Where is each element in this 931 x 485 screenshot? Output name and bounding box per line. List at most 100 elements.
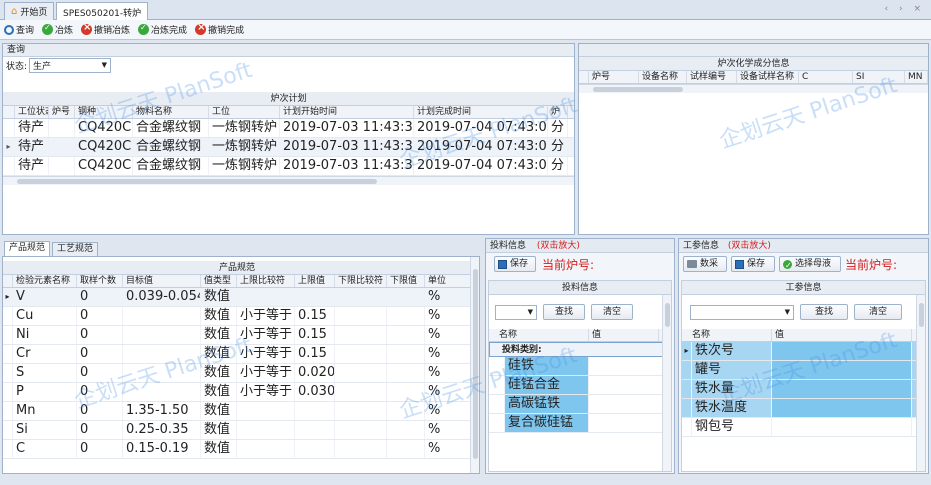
list-item[interactable]: 高碳锰铁 (489, 395, 671, 414)
feed-find-button[interactable]: 查找 (543, 304, 585, 320)
choose-ladle-button[interactable]: 选择母液 (779, 256, 841, 273)
process-clear-button[interactable]: 清空 (854, 304, 902, 320)
tab-product-spec[interactable]: 产品规范 (4, 241, 51, 256)
process-search-select[interactable]: ▼ (690, 304, 794, 320)
table-cell: 数值 (201, 402, 237, 420)
smelt-button[interactable]: 冶炼 (42, 23, 73, 36)
table-row[interactable]: ▸ V 0 0.039-0.054 数值% (3, 288, 471, 307)
table-cell (387, 364, 425, 382)
smelt-done-button[interactable]: 冶炼完成 (138, 23, 187, 36)
feed-item-name: 复合碳硅锰 (505, 414, 589, 432)
table-cell (237, 440, 295, 458)
table-row[interactable]: 待产 CQ420C7 合金螺纹钢 一炼钢转炉 2019-07-03 11:43:… (3, 119, 574, 138)
table-cell: % (425, 440, 471, 458)
table-row[interactable]: Cr 0 数值 小于等于 0.15% (3, 345, 471, 364)
table-cell: % (425, 402, 471, 420)
table-cell: 0.15 (295, 345, 335, 363)
list-item[interactable]: 铁水量 (682, 380, 916, 399)
process-vscrollbar[interactable] (916, 295, 925, 471)
table-row[interactable]: P 0 数值 小于等于 0.030% (3, 383, 471, 402)
table-cell (123, 364, 201, 382)
table-cell (335, 288, 387, 306)
chevron-down-icon: ▼ (527, 307, 533, 316)
tab-process-spec[interactable]: 工艺规范 (52, 242, 99, 256)
tab-converter[interactable]: SPES050201-转炉 (56, 2, 149, 21)
table-row[interactable]: C 0 0.15-0.19 数值% (3, 440, 471, 459)
heat-plan-hscrollbar[interactable] (3, 176, 574, 185)
table-row[interactable]: Cu 0 数值 小于等于 0.15% (3, 307, 471, 326)
table-cell: 0 (77, 364, 123, 382)
table-row[interactable]: 待产 CQ420C7 合金螺纹钢 一炼钢转炉 2019-07-03 11:43:… (3, 157, 574, 176)
process-save-button[interactable]: 保存 (731, 256, 775, 272)
row-indicator-icon: ▸ (3, 288, 13, 306)
product-spec-header: 检验元素名称 取样个数 目标值 值类型 上限比较符 上限值 下限比较符 下限值 … (3, 275, 471, 288)
table-cell: 0.039-0.054 (123, 288, 201, 306)
spec-tabs: 产品规范 工艺规范 (4, 241, 482, 256)
table-cell: Ni (13, 326, 77, 344)
feed-save-button[interactable]: 保存 (494, 256, 536, 272)
process-item-value[interactable] (772, 361, 912, 379)
list-item[interactable]: ▸ 铁次号 (682, 342, 916, 361)
feed-category-row[interactable]: 投料类别: (489, 342, 663, 357)
list-item[interactable]: 复合碳硅锰 (489, 414, 671, 433)
table-cell (295, 421, 335, 439)
save-icon (735, 259, 744, 269)
table-cell (387, 383, 425, 401)
collect-button[interactable]: 数采 (683, 256, 727, 272)
table-cell (387, 402, 425, 420)
list-item[interactable]: 铁水温度 (682, 399, 916, 418)
table-cell (335, 402, 387, 420)
feed-vscrollbar[interactable] (662, 295, 671, 471)
feed-clear-button[interactable]: 清空 (591, 304, 633, 320)
table-row[interactable]: ▸ 待产 CQ420C7 合金螺纹钢 一炼钢转炉 2019-07-03 11:4… (3, 138, 574, 157)
cancel-icon (81, 22, 93, 35)
process-item-name: 铁次号 (692, 342, 772, 360)
cancel-done-button[interactable]: 撤销完成 (195, 22, 244, 36)
feed-grid: 投料信息 ▼ 查找 清空 名称 值 投料类别: 硅铁 硅锰合金 高碳锰铁 复合碳硅锰 (488, 280, 672, 472)
list-item[interactable]: 罐号 (682, 361, 916, 380)
table-cell (123, 307, 201, 325)
process-item-name: 罐号 (692, 361, 772, 379)
table-cell (335, 421, 387, 439)
table-row[interactable]: S 0 数值 小于等于 0.020% (3, 364, 471, 383)
process-item-value[interactable] (772, 418, 912, 436)
table-cell (295, 402, 335, 420)
table-cell: % (425, 421, 471, 439)
feed-search-select[interactable]: ▼ (495, 304, 537, 320)
list-item[interactable]: 硅铁 (489, 357, 671, 376)
heat-plan-rows: 待产 CQ420C7 合金螺纹钢 一炼钢转炉 2019-07-03 11:43:… (3, 119, 574, 176)
table-cell: S (13, 364, 77, 382)
tab-start-page[interactable]: ⌂ 开始页 (4, 2, 55, 20)
table-cell: 0.15-0.19 (123, 440, 201, 458)
window-controls[interactable]: ‹ › × (885, 4, 925, 14)
list-item[interactable]: 钢包号 (682, 418, 916, 437)
table-row[interactable]: Ni 0 数值 小于等于 0.15% (3, 326, 471, 345)
chem-hscrollbar[interactable] (579, 84, 928, 93)
process-item-value[interactable] (772, 399, 912, 417)
process-item-name: 铁水温度 (692, 399, 772, 417)
table-cell (387, 345, 425, 363)
feed-items: 硅铁 硅锰合金 高碳锰铁 复合碳硅锰 (489, 357, 671, 433)
table-cell (335, 307, 387, 325)
feed-item-name: 高碳锰铁 (505, 395, 589, 413)
table-cell: 0 (77, 326, 123, 344)
table-cell (123, 383, 201, 401)
process-item-value[interactable] (772, 342, 912, 360)
search-icon (4, 24, 14, 35)
list-item[interactable]: 硅锰合金 (489, 376, 671, 395)
table-cell: 数值 (201, 383, 237, 401)
product-spec-vscrollbar[interactable] (470, 257, 479, 473)
table-row[interactable]: Si 0 0.25-0.35 数值% (3, 421, 471, 440)
query-button[interactable]: 查询 (4, 23, 34, 36)
table-cell: Cr (13, 345, 77, 363)
process-item-value[interactable] (772, 380, 912, 398)
process-item-name: 铁水量 (692, 380, 772, 398)
table-row[interactable]: Mn 0 1.35-1.50 数值% (3, 402, 471, 421)
table-cell: 数值 (201, 421, 237, 439)
process-panel: 工参信息 (双击放大) 数采 保存 选择母液 当前炉号: 工参信息 ▼ 查找 清… (678, 238, 929, 474)
cancel-smelt-button[interactable]: 撤销冶炼 (81, 22, 130, 36)
status-select[interactable]: 生产 ▼ (29, 58, 112, 73)
process-find-button[interactable]: 查找 (800, 304, 848, 320)
table-cell: 0 (77, 288, 123, 306)
